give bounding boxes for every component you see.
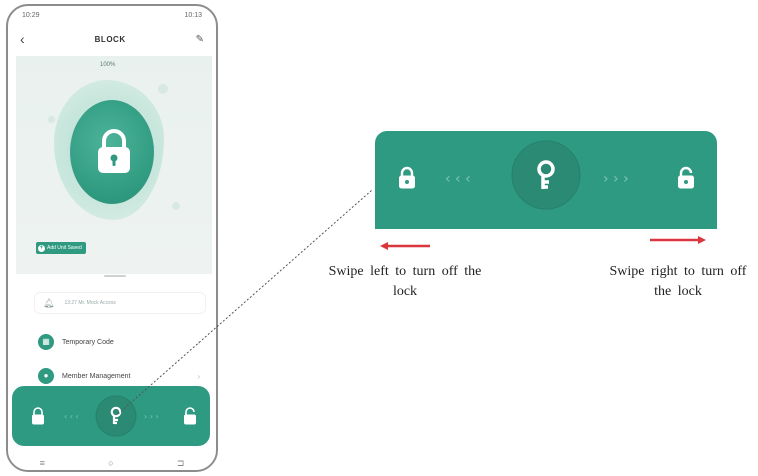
decor-dot <box>158 84 168 94</box>
menu-item-temporary-code[interactable]: ▦ Temporary Code › <box>34 330 206 354</box>
lock-icon <box>399 166 415 189</box>
status-bar: 10:29 10:13 <box>8 6 216 24</box>
lock-icon <box>32 407 44 425</box>
arrow-left-icon <box>380 242 430 250</box>
status-time: 10:29 <box>22 11 40 19</box>
chevron-right-icon: › <box>197 337 200 347</box>
add-unit-label: Add Unit Saved <box>47 245 82 251</box>
unlock-icon <box>678 166 694 189</box>
sheet-handle[interactable] <box>104 275 126 277</box>
chevrons-right-icon: › › › <box>144 412 159 421</box>
lock-icon <box>98 129 130 173</box>
person-icon: ● <box>38 368 54 384</box>
chevrons-left-icon: ‹ ‹ ‹ <box>445 171 471 187</box>
decor-dot <box>48 116 55 123</box>
chevrons-left-icon: ‹ ‹ ‹ <box>64 412 79 421</box>
system-nav-bar: ≡ ○ ⊐ <box>8 452 216 470</box>
bell-icon: 🔔︎ <box>43 297 55 308</box>
record-text: 13:27 Mr. Mock Access <box>64 300 116 306</box>
edit-icon[interactable]: ✎ <box>196 34 204 45</box>
code-icon: ▦ <box>38 334 54 350</box>
caption-swipe-left: Swipe left to turn off the lock <box>328 264 482 299</box>
access-record[interactable]: 🔔︎ 13:27 Mr. Mock Access <box>34 292 206 314</box>
add-icon: + <box>38 244 45 252</box>
swipe-bar-small-icons: ‹ ‹ ‹ › › › <box>32 395 196 437</box>
caption-swipe-right: Swipe right to turn off the lock <box>609 264 747 299</box>
menu-item-label: Temporary Code <box>62 338 114 346</box>
nav-menu-icon[interactable]: ≡ <box>40 458 45 468</box>
back-icon[interactable]: ‹ <box>20 31 25 47</box>
battery-level: 100% <box>100 62 116 68</box>
add-unit-badge[interactable]: + Add Unit Saved <box>36 242 86 254</box>
unlock-icon <box>184 407 196 425</box>
chevrons-right-icon: › › › <box>603 171 629 187</box>
menu-item-member-management[interactable]: ● Member Management › <box>34 364 206 388</box>
status-time-right: 10:13 <box>184 11 202 19</box>
menu-item-label: Member Management <box>62 372 131 380</box>
chevron-right-icon: › <box>197 371 200 381</box>
nav-back-icon[interactable]: ⊐ <box>177 458 185 469</box>
nav-home-icon[interactable]: ○ <box>108 458 113 468</box>
decor-dot <box>172 202 180 210</box>
app-header: ‹ BLOCK ✎ <box>8 26 216 52</box>
page-title: BLOCK <box>94 34 126 44</box>
arrow-right-icon <box>650 236 706 244</box>
swipe-bar-zoomed-icons: ‹ ‹ ‹ › › › <box>399 140 694 210</box>
